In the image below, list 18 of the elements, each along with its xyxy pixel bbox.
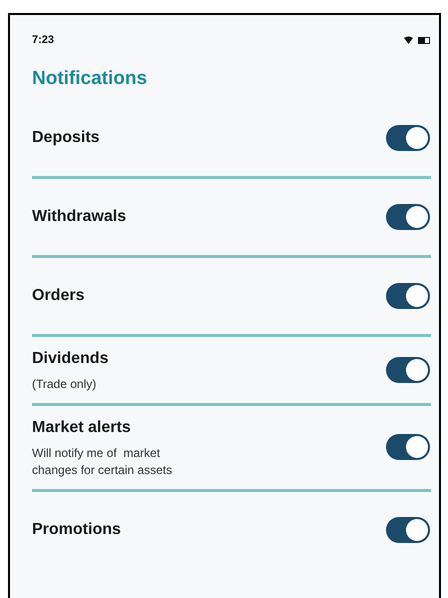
toggle-switch[interactable] xyxy=(386,282,430,308)
setting-label: Withdrawals xyxy=(32,206,126,226)
setting-label: Orders xyxy=(32,286,84,306)
toggle-switch[interactable] xyxy=(386,516,430,542)
toggle-switch[interactable] xyxy=(386,204,430,230)
setting-description: (Trade only) xyxy=(32,376,98,392)
battery-icon xyxy=(418,36,430,44)
setting-label: Promotions xyxy=(32,520,121,540)
toggle-switch[interactable] xyxy=(386,356,430,382)
toggle-switch[interactable] xyxy=(386,124,430,150)
setting-description: Will notify me of market changes for certain assets xyxy=(32,444,174,478)
setting-label: Market alerts xyxy=(32,418,132,438)
wifi-icon xyxy=(404,36,413,44)
page-title: Notifications xyxy=(32,67,148,91)
toggle-switch[interactable] xyxy=(386,434,430,460)
setting-label: Dividends xyxy=(32,348,110,368)
status-time: 7:23 xyxy=(32,32,54,48)
setting-label: Deposits xyxy=(32,128,100,148)
